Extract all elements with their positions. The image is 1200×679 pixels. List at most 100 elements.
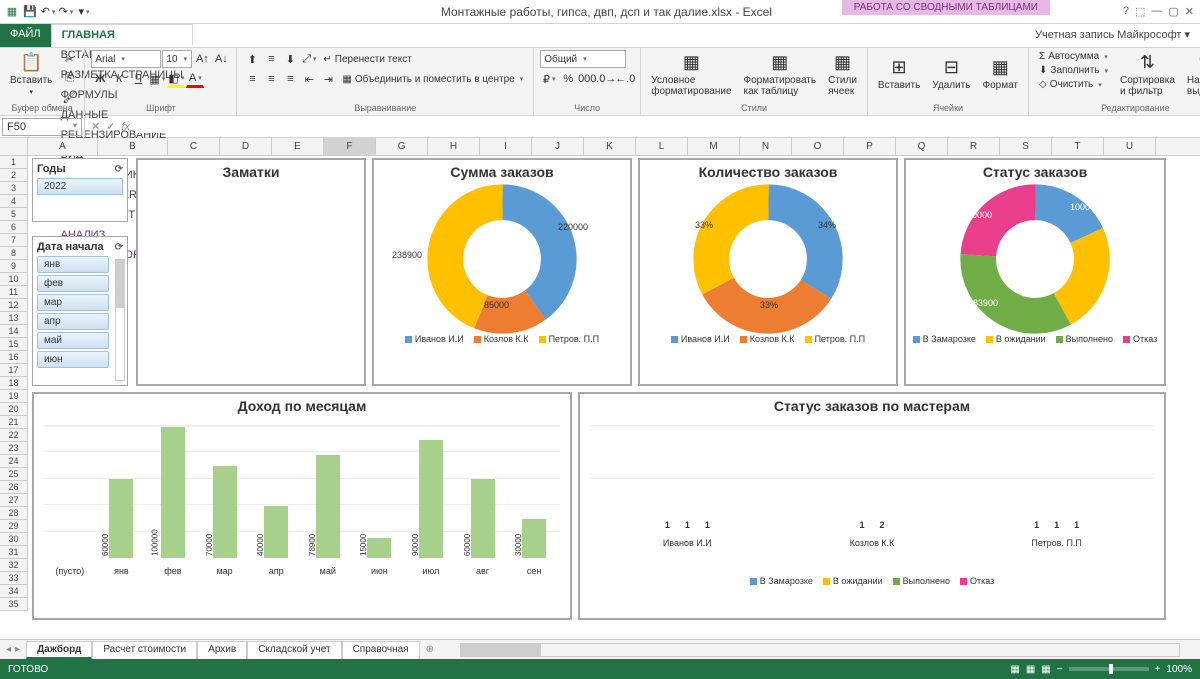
row-header[interactable]: 22 (0, 429, 28, 442)
font-color-button[interactable]: A (186, 70, 204, 88)
add-sheet-button[interactable]: ⊕ (420, 642, 440, 657)
paste-button[interactable]: 📋Вставить▾ (6, 50, 56, 98)
accounting-format-icon[interactable]: ₽ (540, 70, 558, 88)
row-header[interactable]: 27 (0, 494, 28, 507)
redo-icon[interactable]: ↷ (58, 4, 74, 20)
row-header[interactable]: 20 (0, 403, 28, 416)
col-header[interactable]: E (272, 138, 324, 155)
row-header[interactable]: 26 (0, 481, 28, 494)
qat-customize-icon[interactable]: ▾ (76, 4, 92, 20)
row-header[interactable]: 18 (0, 377, 28, 390)
row-header[interactable]: 4 (0, 195, 28, 208)
zoom-in-icon[interactable]: + (1155, 664, 1161, 675)
close-icon[interactable]: ✕ (1185, 5, 1194, 18)
minimize-icon[interactable]: — (1151, 5, 1162, 18)
increase-decimal-icon[interactable]: .0→ (597, 70, 615, 88)
bold-button[interactable]: Ж (91, 70, 109, 88)
row-header[interactable]: 11 (0, 286, 28, 299)
font-name-select[interactable]: Arial (91, 50, 161, 68)
tab-file[interactable]: ФАЙЛ (0, 24, 51, 47)
col-header[interactable]: N (740, 138, 792, 155)
fill-button[interactable]: ⬇ Заполнить (1035, 64, 1112, 77)
row-header[interactable]: 8 (0, 247, 28, 260)
row-header[interactable]: 34 (0, 585, 28, 598)
sort-filter-button[interactable]: ⇅Сортировка и фильтр (1116, 50, 1179, 98)
slicer-months[interactable]: Дата начала⟳ янвфевмарапрмайиюн (32, 236, 128, 386)
save-icon[interactable]: 💾 (22, 4, 38, 20)
cell-styles-button[interactable]: ▦Стили ячеек (824, 50, 861, 98)
name-box[interactable]: F50▾ (2, 118, 82, 136)
clear-filter-icon[interactable]: ⟳ (115, 242, 123, 253)
align-bottom-icon[interactable]: ⬇ (281, 50, 299, 68)
col-header[interactable]: S (1000, 138, 1052, 155)
slicer-item[interactable]: июн (37, 351, 109, 368)
tab-главная[interactable]: ГЛАВНАЯ (51, 24, 193, 45)
zoom-slider[interactable] (1069, 667, 1149, 671)
copy-icon[interactable]: ⎘ (60, 69, 78, 87)
delete-cells-button[interactable]: ⊟Удалить (928, 50, 974, 98)
row-header[interactable]: 6 (0, 221, 28, 234)
decrease-indent-icon[interactable]: ⇤ (300, 70, 318, 88)
format-cells-button[interactable]: ▦Формат (978, 50, 1022, 98)
worksheet-grid[interactable]: ABCDEFGHIJKLMNOPQRSTU 123456789101112131… (0, 138, 1200, 639)
slicer-years[interactable]: Годы⟳ 2022 (32, 158, 128, 222)
col-header[interactable]: C (168, 138, 220, 155)
row-header[interactable]: 29 (0, 520, 28, 533)
zoom-level[interactable]: 100% (1166, 664, 1192, 675)
number-format-select[interactable]: Общий (540, 50, 626, 68)
row-header[interactable]: 19 (0, 390, 28, 403)
cut-icon[interactable]: ✂ (60, 50, 78, 68)
horizontal-scrollbar[interactable] (440, 643, 1200, 657)
sheet-nav-prev-icon[interactable]: ◂ (6, 644, 11, 655)
row-header[interactable]: 1 (0, 156, 28, 169)
fill-color-button[interactable]: ◧ (167, 70, 185, 88)
col-header[interactable]: P (844, 138, 896, 155)
col-header[interactable]: G (376, 138, 428, 155)
decrease-decimal-icon[interactable]: ←.0 (616, 70, 634, 88)
row-header[interactable]: 33 (0, 572, 28, 585)
italic-button[interactable]: К (110, 70, 128, 88)
sheet-tab[interactable]: Складской учет (247, 641, 341, 659)
row-header[interactable]: 13 (0, 312, 28, 325)
clear-filter-icon[interactable]: ⟳ (115, 164, 123, 175)
slicer-item[interactable]: мар (37, 294, 109, 311)
row-header[interactable]: 16 (0, 351, 28, 364)
zoom-out-icon[interactable]: − (1057, 664, 1063, 675)
col-header[interactable]: Q (896, 138, 948, 155)
fx-icon[interactable]: fx (121, 121, 130, 133)
col-header[interactable]: H (428, 138, 480, 155)
align-middle-icon[interactable]: ≡ (262, 50, 280, 68)
row-header[interactable]: 32 (0, 559, 28, 572)
comma-format-icon[interactable]: 000 (578, 70, 596, 88)
sheet-tab[interactable]: Архив (197, 641, 247, 659)
restore-icon[interactable]: ▢ (1168, 5, 1178, 18)
align-center-icon[interactable]: ≡ (262, 70, 280, 88)
row-header[interactable]: 23 (0, 442, 28, 455)
increase-font-icon[interactable]: A↑ (193, 50, 211, 68)
orientation-icon[interactable]: ⤢ (300, 50, 318, 68)
col-header[interactable]: J (532, 138, 584, 155)
row-header[interactable]: 28 (0, 507, 28, 520)
row-header[interactable]: 31 (0, 546, 28, 559)
col-header[interactable]: R (948, 138, 1000, 155)
find-select-button[interactable]: 🔍Найти и выделить (1183, 50, 1200, 98)
col-header[interactable]: U (1104, 138, 1156, 155)
select-all-corner[interactable] (0, 138, 28, 155)
row-header[interactable]: 25 (0, 468, 28, 481)
autosum-button[interactable]: Σ Автосумма (1035, 50, 1112, 63)
sheet-tab[interactable]: Справочная (342, 641, 420, 659)
col-header[interactable]: F (324, 138, 376, 155)
slicer-item[interactable]: 2022 (37, 178, 123, 195)
col-header[interactable]: K (584, 138, 636, 155)
col-header[interactable]: A (28, 138, 98, 155)
formula-input[interactable] (136, 121, 1194, 133)
col-header[interactable]: T (1052, 138, 1104, 155)
view-layout-icon[interactable]: ▦ (1026, 664, 1035, 675)
slicer-item[interactable]: фев (37, 275, 109, 292)
row-header[interactable]: 14 (0, 325, 28, 338)
percent-format-icon[interactable]: % (559, 70, 577, 88)
insert-cells-button[interactable]: ⊞Вставить (874, 50, 924, 98)
row-header[interactable]: 5 (0, 208, 28, 221)
row-header[interactable]: 10 (0, 273, 28, 286)
slicer-item[interactable]: май (37, 332, 109, 349)
